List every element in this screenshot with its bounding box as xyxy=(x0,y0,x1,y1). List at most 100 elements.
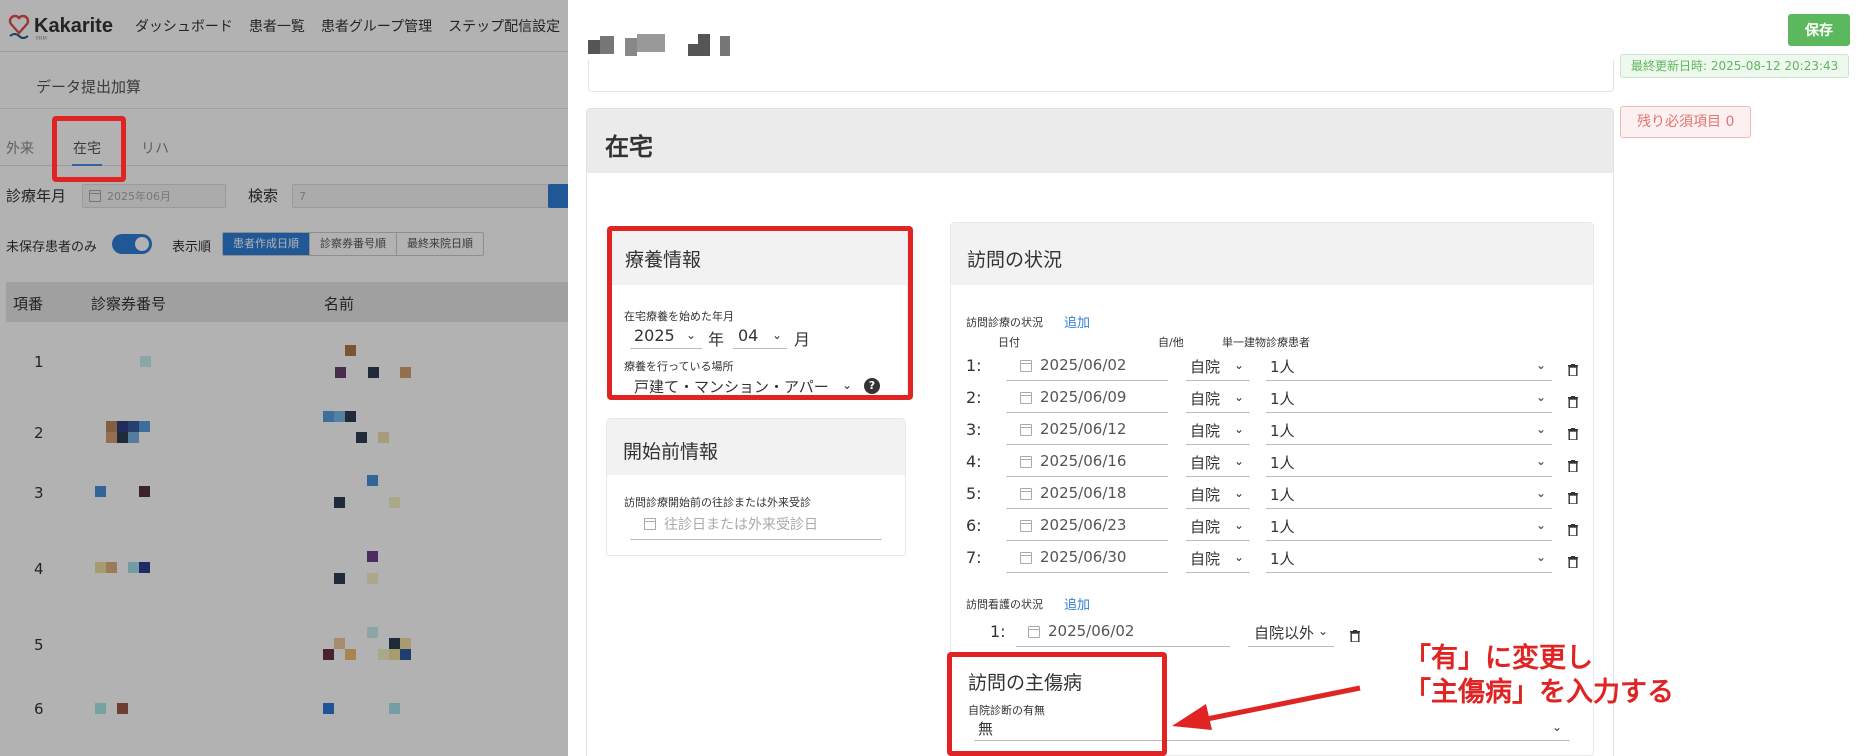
visit-hospital-value: 自院 xyxy=(1190,518,1221,536)
trash-icon[interactable] xyxy=(1568,556,1578,568)
chevron-down-icon: ⌄ xyxy=(1536,422,1547,436)
chevron-down-icon: ⌄ xyxy=(1536,454,1547,468)
chevron-down-icon: ⌄ xyxy=(1234,358,1245,372)
add-medical-visit-link[interactable]: 追加 xyxy=(1064,312,1090,331)
annotation-line-2: 「主傷病」を入力する xyxy=(1404,677,1674,708)
calendar-icon xyxy=(1020,456,1032,468)
trash-icon[interactable] xyxy=(1568,364,1578,376)
trash-icon[interactable] xyxy=(1568,428,1578,440)
single-building-value: 1人 xyxy=(1270,422,1295,440)
single-building-value: 1人 xyxy=(1270,358,1295,376)
calendar-icon xyxy=(1028,626,1040,638)
calendar-icon xyxy=(1020,424,1032,436)
visit-hospital-value: 自院 xyxy=(1190,422,1221,440)
visit-hospital-value: 自院 xyxy=(1190,486,1221,504)
input-underline xyxy=(1006,444,1168,445)
col-single-building: 単一建物診療患者 xyxy=(1222,336,1310,349)
last-updated-badge: 最終更新日時: 2025-08-12 20:23:43 xyxy=(1620,54,1850,78)
row-index: 7: xyxy=(966,548,982,567)
select-underline xyxy=(1266,380,1552,381)
annotation-text: 「有」に変更し 「主傷病」を入力する xyxy=(1404,642,1674,710)
nursing-hospital-value: 自院以外 xyxy=(1254,624,1315,642)
select-underline xyxy=(1266,412,1552,413)
trash-icon[interactable] xyxy=(1568,492,1578,504)
chevron-down-icon: ⌄ xyxy=(1536,550,1547,564)
row-index: 5: xyxy=(966,484,982,503)
select-underline xyxy=(1266,572,1552,573)
visit-date-value: 2025/06/23 xyxy=(1040,516,1127,534)
input-underline xyxy=(1006,476,1168,477)
calendar-icon xyxy=(1020,392,1032,404)
visit-date-value: 2025/06/30 xyxy=(1040,548,1127,566)
single-building-value: 1人 xyxy=(1270,518,1295,536)
calendar-icon xyxy=(1020,360,1032,372)
remaining-required-badge: 残り必須項目 0 xyxy=(1620,106,1752,138)
nursing-date-value: 2025/06/02 xyxy=(1048,622,1135,640)
card-header: 訪問の状況 xyxy=(951,223,1593,285)
visit-date-value: 2025/06/16 xyxy=(1040,452,1127,470)
calendar-icon xyxy=(1020,520,1032,532)
chevron-down-icon: ⌄ xyxy=(1234,486,1245,500)
save-button[interactable]: 保存 xyxy=(1788,14,1850,46)
input-underline xyxy=(1006,412,1168,413)
select-underline xyxy=(1186,476,1250,477)
visit-date-value: 2025/06/09 xyxy=(1040,388,1127,406)
chevron-down-icon: ⌄ xyxy=(1234,390,1245,404)
input-underline xyxy=(630,539,882,540)
visit-date-value: 2025/06/02 xyxy=(1040,356,1127,374)
chevron-down-icon: ⌄ xyxy=(1234,454,1245,468)
highlight-home-care-tab xyxy=(52,116,126,182)
trash-icon[interactable] xyxy=(1568,396,1578,408)
row-index: 6: xyxy=(966,516,982,535)
row-index: 2: xyxy=(966,388,982,407)
chevron-down-icon: ⌄ xyxy=(1234,550,1245,564)
visit-hospital-value: 自院 xyxy=(1190,550,1221,568)
col-date: 日付 xyxy=(998,336,1020,349)
pre-start-info-title: 開始前情報 xyxy=(623,441,719,463)
annotation-line-1: 「有」に変更し xyxy=(1404,643,1593,674)
trash-icon[interactable] xyxy=(1568,460,1578,472)
input-underline xyxy=(1006,572,1168,573)
annotation-arrow-icon xyxy=(1172,685,1361,730)
nursing-visit-label: 訪問看護の状況 xyxy=(966,598,1043,611)
select-underline xyxy=(1266,540,1552,541)
input-underline xyxy=(1006,540,1168,541)
select-underline xyxy=(1266,476,1552,477)
chevron-down-icon: ⌄ xyxy=(1552,720,1563,734)
section-title: 在宅 xyxy=(605,133,653,161)
select-underline xyxy=(1266,444,1552,445)
select-underline xyxy=(1186,444,1250,445)
input-underline xyxy=(1006,380,1168,381)
single-building-value: 1人 xyxy=(1270,550,1295,568)
row-index: 4: xyxy=(966,452,982,471)
chevron-down-icon: ⌄ xyxy=(1234,422,1245,436)
visit-date-value: 2025/06/18 xyxy=(1040,484,1127,502)
chevron-down-icon: ⌄ xyxy=(1536,486,1547,500)
select-underline xyxy=(1186,412,1250,413)
row-index: 1: xyxy=(966,356,982,375)
visit-status-title: 訪問の状況 xyxy=(967,249,1063,271)
single-building-value: 1人 xyxy=(1270,454,1295,472)
row-index: 3: xyxy=(966,420,982,439)
visit-date-value: 2025/06/12 xyxy=(1040,420,1127,438)
section-header: 在宅 xyxy=(587,109,1613,173)
select-underline xyxy=(1248,646,1334,647)
col-self-other: 自/他 xyxy=(1158,336,1184,349)
previous-card-edge xyxy=(588,60,1614,92)
highlight-care-info xyxy=(607,226,913,400)
visit-hospital-value: 自院 xyxy=(1190,358,1221,376)
select-underline xyxy=(1266,508,1552,509)
calendar-icon xyxy=(644,518,656,530)
visit-hospital-value: 自院 xyxy=(1190,454,1221,472)
medical-visit-label: 訪問診療の状況 xyxy=(966,316,1043,329)
add-nursing-visit-link[interactable]: 追加 xyxy=(1064,594,1090,613)
input-underline xyxy=(1006,508,1168,509)
trash-icon[interactable] xyxy=(1568,524,1578,536)
trash-icon[interactable] xyxy=(1350,630,1360,642)
pre-start-info-card: 開始前情報 xyxy=(606,418,906,556)
highlight-main-injury xyxy=(947,652,1167,756)
visit-hospital-value: 自院 xyxy=(1190,390,1221,408)
select-underline xyxy=(1186,572,1250,573)
select-underline xyxy=(1186,508,1250,509)
chevron-down-icon: ⌄ xyxy=(1536,390,1547,404)
